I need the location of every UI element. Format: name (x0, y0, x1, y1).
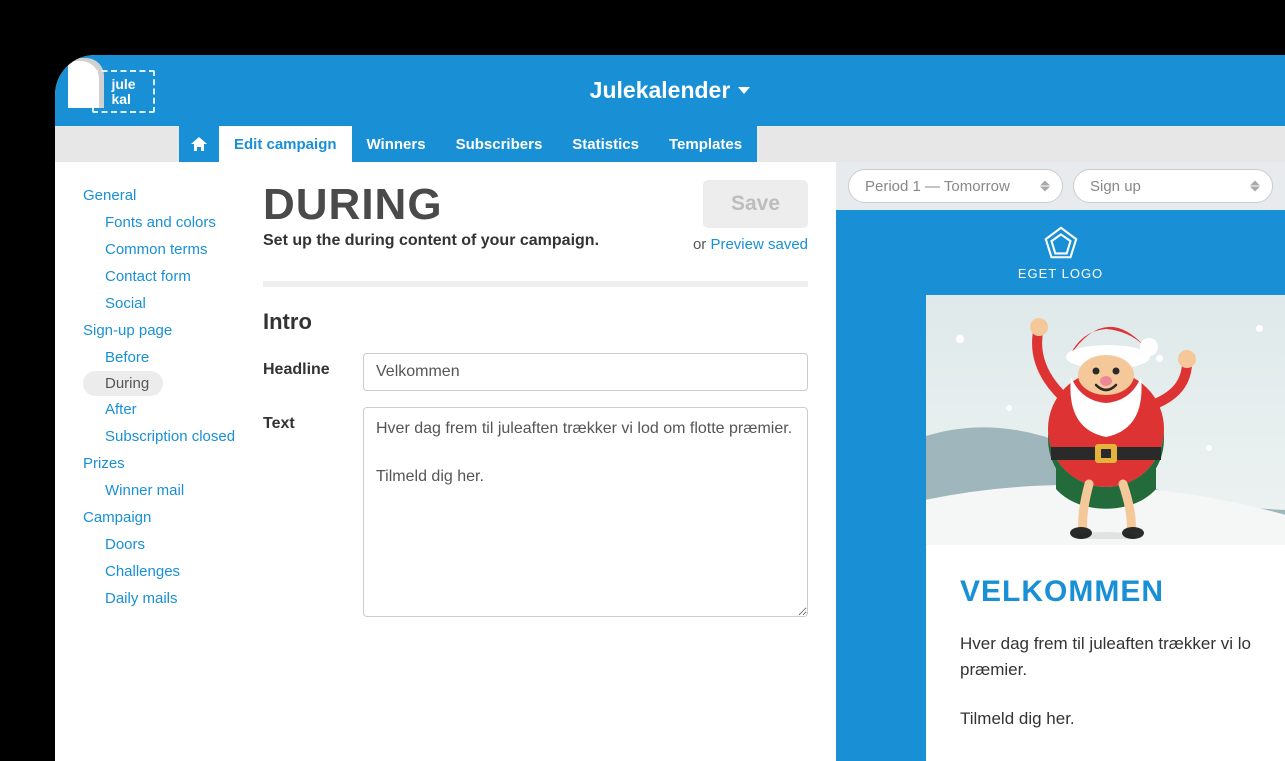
page-title: DURING (263, 180, 599, 230)
app-header: julekal Julekalender (55, 55, 1285, 126)
section-intro-title: Intro (263, 309, 808, 335)
sidebar: General Fonts and colors Common terms Co… (55, 162, 245, 761)
period-select[interactable]: Period 1 — Tomorrow (848, 169, 1063, 203)
preview-paragraph-2: Tilmeld dig her. (960, 706, 1251, 732)
preview-logo-text: EGET LOGO (1018, 266, 1103, 281)
preview-toolbar: Period 1 — Tomorrow Sign up (836, 162, 1285, 210)
sidebar-winner-mail[interactable]: Winner mail (83, 477, 184, 504)
sidebar-signup[interactable]: Sign-up page (83, 317, 245, 344)
page-subtitle: Set up the during content of your campai… (263, 232, 599, 250)
sidebar-contact-form[interactable]: Contact form (83, 263, 191, 290)
divider (263, 281, 808, 287)
stepper-icon (1040, 181, 1050, 192)
nav-statistics[interactable]: Statistics (557, 126, 654, 162)
sidebar-social[interactable]: Social (83, 290, 146, 317)
sidebar-common-terms[interactable]: Common terms (83, 236, 208, 263)
preview-frame: EGET LOGO (836, 210, 1285, 761)
sidebar-fonts-colors[interactable]: Fonts and colors (83, 209, 216, 236)
nav-winners[interactable]: Winners (352, 126, 441, 162)
home-icon (191, 137, 207, 151)
preview-headline: VELKOMMEN (960, 575, 1251, 609)
preview-saved-link[interactable]: Preview saved (710, 236, 808, 253)
sidebar-subscription-closed[interactable]: Subscription closed (83, 423, 235, 450)
period-select-value: Period 1 — Tomorrow (865, 178, 1010, 195)
signup-select[interactable]: Sign up (1073, 169, 1273, 203)
preview-paragraph-1: Hver dag frem til juleaften trækker vi l… (960, 631, 1251, 682)
main-panel: DURING Set up the during content of your… (245, 162, 836, 761)
house-icon (1042, 224, 1080, 262)
nav-home[interactable] (179, 126, 219, 162)
nav-subscribers[interactable]: Subscribers (441, 126, 558, 162)
main-nav: Edit campaign Winners Subscribers Statis… (55, 126, 1285, 162)
sidebar-daily-mails[interactable]: Daily mails (83, 585, 178, 612)
text-textarea[interactable] (363, 407, 808, 617)
campaign-title: Julekalender (590, 77, 731, 104)
sidebar-prizes[interactable]: Prizes (83, 450, 245, 477)
sidebar-before[interactable]: Before (83, 344, 149, 371)
sidebar-doors[interactable]: Doors (83, 531, 145, 558)
chevron-down-icon (738, 87, 750, 94)
save-button[interactable]: Save (703, 180, 808, 228)
sidebar-challenges[interactable]: Challenges (83, 558, 180, 585)
preview-panel: Period 1 — Tomorrow Sign up EGE (836, 162, 1285, 761)
sidebar-after[interactable]: After (83, 396, 137, 423)
campaign-switcher[interactable]: Julekalender (590, 77, 751, 104)
preview-saved-row: or Preview saved (693, 236, 808, 253)
app-logo[interactable]: julekal (86, 64, 161, 119)
preview-hero (926, 295, 1285, 545)
headline-label: Headline (263, 353, 363, 391)
sidebar-campaign[interactable]: Campaign (83, 504, 245, 531)
signup-select-value: Sign up (1090, 178, 1141, 195)
stepper-icon (1250, 181, 1260, 192)
sidebar-during[interactable]: During (83, 371, 163, 396)
headline-input[interactable] (363, 353, 808, 391)
sidebar-general[interactable]: General (83, 182, 245, 209)
text-label: Text (263, 407, 363, 622)
santa-illustration (1011, 309, 1201, 544)
nav-templates[interactable]: Templates (654, 126, 757, 162)
nav-edit-campaign[interactable]: Edit campaign (219, 126, 352, 162)
